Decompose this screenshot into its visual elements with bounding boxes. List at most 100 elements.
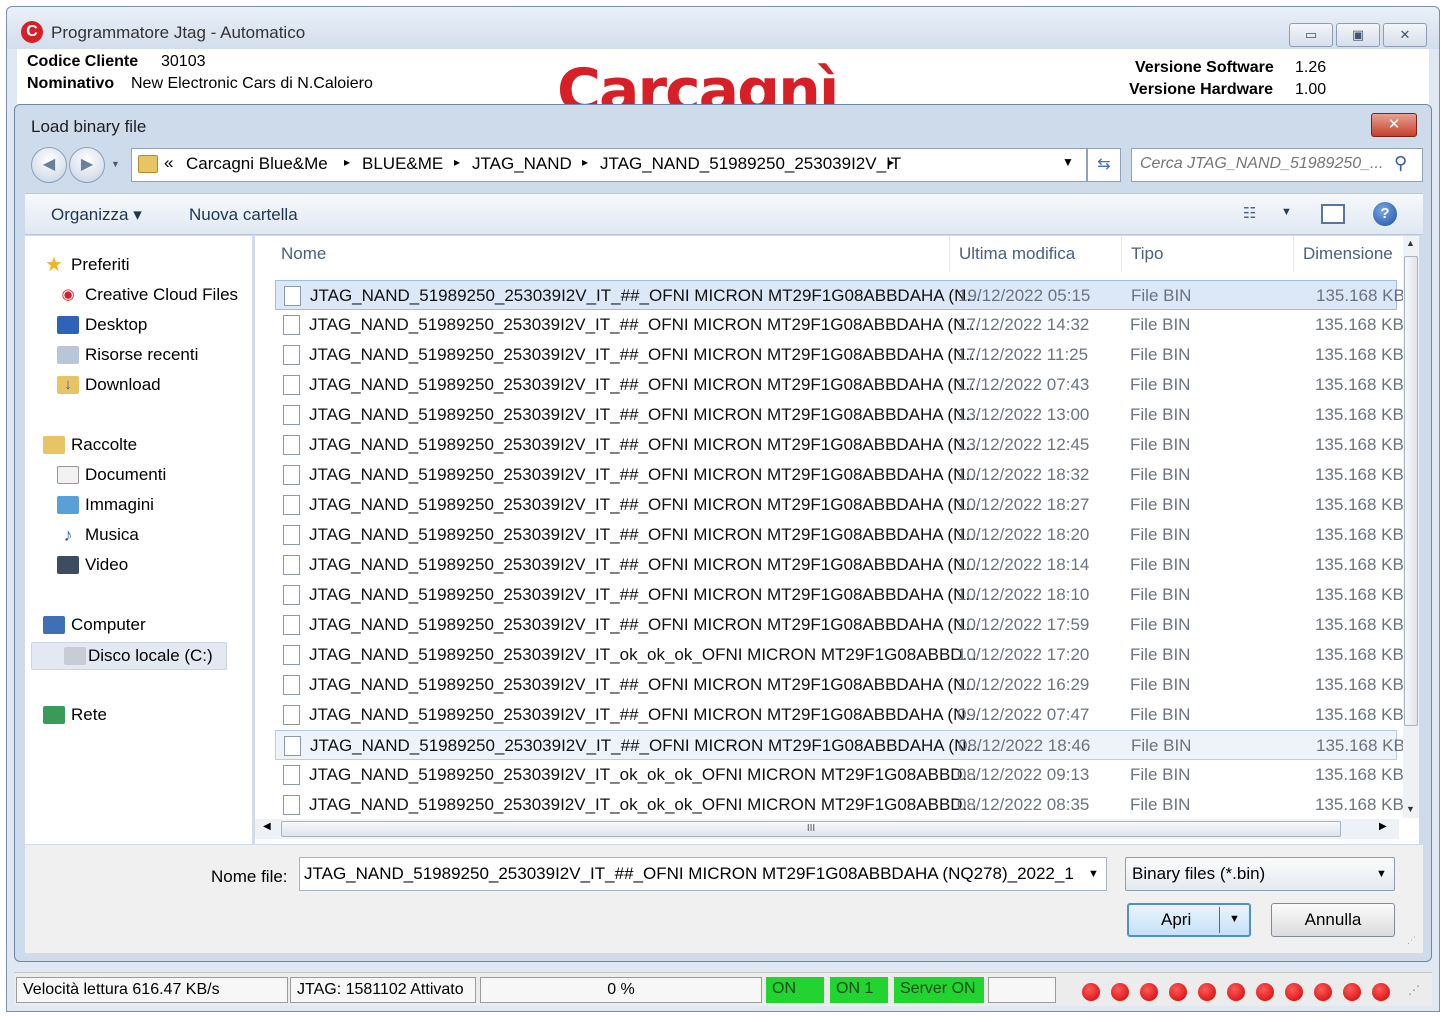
- file-icon: [283, 375, 300, 395]
- nav-item-creative-cloud[interactable]: ◉ Creative Cloud Files: [55, 282, 238, 310]
- file-list-header: Nome Ultima modifica Tipo Dimensione: [255, 236, 1405, 272]
- horizontal-scrollbar[interactable]: ◀ III ▶: [255, 819, 1399, 839]
- breadcrumb-item[interactable]: Carcagni Blue&Me: [186, 154, 328, 174]
- breadcrumb-item[interactable]: BLUE&ME: [362, 154, 443, 174]
- breadcrumb-separator[interactable]: ▸: [582, 155, 588, 169]
- filename-combobox[interactable]: ▼: [299, 857, 1107, 891]
- breadcrumb-separator[interactable]: ▸: [344, 155, 350, 169]
- file-row[interactable]: JTAG_NAND_51989250_253039I2V_IT_ok_ok_ok…: [275, 760, 1404, 790]
- file-row[interactable]: JTAG_NAND_51989250_253039I2V_IT_##_OFNI …: [275, 430, 1404, 460]
- vertical-scroll-thumb[interactable]: [1404, 256, 1418, 726]
- file-size: 135.168 KB: [1315, 645, 1404, 664]
- nav-item-libraries[interactable]: Raccolte: [41, 432, 137, 460]
- search-input[interactable]: [1140, 155, 1390, 173]
- file-row[interactable]: JTAG_NAND_51989250_253039I2V_IT_ok_ok_ok…: [275, 790, 1404, 820]
- nav-item-documents[interactable]: Documenti: [55, 462, 166, 490]
- column-header-size[interactable]: Dimensione: [1303, 244, 1393, 264]
- nav-label: Immagini: [85, 495, 154, 514]
- maximize-button[interactable]: ▣: [1336, 23, 1380, 47]
- nav-item-favorites[interactable]: ★ Preferiti: [41, 252, 130, 280]
- breadcrumb-item[interactable]: JTAG_NAND_51989250_253039I2V_IT: [600, 154, 901, 174]
- window-resize-grip-icon[interactable]: ⋰: [1408, 983, 1420, 997]
- file-type-select[interactable]: Binary files (*.bin) ▼: [1125, 857, 1395, 891]
- filename-dropdown-icon[interactable]: ▼: [1088, 868, 1099, 880]
- file-row[interactable]: JTAG_NAND_51989250_253039I2V_IT_##_OFNI …: [275, 490, 1404, 520]
- breadcrumb-separator[interactable]: ▸: [888, 155, 894, 169]
- close-button[interactable]: ✕: [1383, 23, 1427, 47]
- history-dropdown-icon[interactable]: ▼: [111, 159, 120, 169]
- file-row[interactable]: JTAG_NAND_51989250_253039I2V_IT_##_OFNI …: [275, 730, 1405, 760]
- new-folder-button[interactable]: Nuova cartella: [189, 205, 298, 225]
- open-button[interactable]: Apri ▼: [1127, 903, 1251, 937]
- file-row[interactable]: JTAG_NAND_51989250_253039I2V_IT_##_OFNI …: [275, 310, 1404, 340]
- file-list: Nome Ultima modifica Tipo Dimensione JTA…: [255, 236, 1419, 844]
- nav-item-download[interactable]: ↓ Download: [55, 372, 161, 400]
- open-dropdown-icon[interactable]: ▼: [1229, 913, 1240, 925]
- file-icon: [283, 645, 300, 665]
- column-divider[interactable]: [1121, 236, 1122, 272]
- organize-button[interactable]: Organizza ▾: [51, 205, 142, 225]
- preview-pane-icon[interactable]: [1321, 204, 1345, 224]
- scroll-down-icon[interactable]: ▼: [1406, 804, 1415, 814]
- file-size: 135.168 KB: [1315, 525, 1404, 544]
- nav-item-images[interactable]: Immagini: [55, 492, 154, 520]
- address-bar[interactable]: « Carcagni Blue&Me ▸ BLUE&ME ▸ JTAG_NAND…: [131, 148, 1087, 182]
- load-file-dialog: Load binary file ✕ ◀ ▶ ▼ « Carcagni Blue…: [14, 104, 1432, 962]
- file-row[interactable]: JTAG_NAND_51989250_253039I2V_IT_##_OFNI …: [275, 400, 1404, 430]
- vertical-scrollbar[interactable]: ▲ ▼: [1403, 236, 1419, 818]
- filename-input[interactable]: [304, 864, 1074, 884]
- file-type: File BIN: [1130, 465, 1191, 484]
- nav-item-recent[interactable]: Risorse recenti: [55, 342, 198, 370]
- help-icon[interactable]: ?: [1373, 202, 1397, 226]
- nav-item-music[interactable]: ♪ Musica: [55, 522, 139, 550]
- address-dropdown-icon[interactable]: ▼: [1062, 155, 1074, 169]
- file-row[interactable]: JTAG_NAND_51989250_253039I2V_IT_##_OFNI …: [275, 280, 1405, 310]
- server-on-indicator: Server ON: [894, 977, 984, 1003]
- file-type-dropdown-icon[interactable]: ▼: [1376, 868, 1387, 880]
- dialog-close-button[interactable]: ✕: [1371, 113, 1417, 137]
- file-row[interactable]: JTAG_NAND_51989250_253039I2V_IT_##_OFNI …: [275, 610, 1404, 640]
- refresh-button[interactable]: ⇆: [1087, 148, 1121, 182]
- file-size: 135.168 KB: [1315, 765, 1404, 784]
- forward-button[interactable]: ▶: [69, 147, 105, 183]
- minimize-button[interactable]: ▭: [1289, 23, 1333, 47]
- file-icon: [283, 405, 300, 425]
- resize-grip-icon[interactable]: ⋰: [1407, 935, 1416, 946]
- column-divider[interactable]: [949, 236, 950, 272]
- file-row[interactable]: JTAG_NAND_51989250_253039I2V_IT_##_OFNI …: [275, 370, 1404, 400]
- nav-item-video[interactable]: Video: [55, 552, 128, 580]
- search-icon[interactable]: ⚲: [1394, 153, 1416, 175]
- views-dropdown-icon[interactable]: ▼: [1281, 206, 1292, 218]
- file-row[interactable]: JTAG_NAND_51989250_253039I2V_IT_##_OFNI …: [275, 460, 1404, 490]
- horizontal-scroll-thumb[interactable]: III: [281, 821, 1341, 837]
- scroll-up-icon[interactable]: ▲: [1406, 238, 1415, 248]
- nav-item-local-disk[interactable]: Disco locale (C:): [31, 642, 227, 670]
- file-row[interactable]: JTAG_NAND_51989250_253039I2V_IT_##_OFNI …: [275, 550, 1404, 580]
- cancel-button[interactable]: Annulla: [1271, 903, 1395, 937]
- scroll-left-icon[interactable]: ◀: [263, 821, 271, 832]
- back-button[interactable]: ◀: [31, 147, 67, 183]
- file-row[interactable]: JTAG_NAND_51989250_253039I2V_IT_##_OFNI …: [275, 700, 1404, 730]
- file-row[interactable]: JTAG_NAND_51989250_253039I2V_IT_##_OFNI …: [275, 520, 1404, 550]
- breadcrumb-separator[interactable]: ▸: [454, 155, 460, 169]
- column-divider[interactable]: [1293, 236, 1294, 272]
- dialog-footer: Nome file: ▼ Binary files (*.bin) ▼ Apri…: [25, 845, 1423, 953]
- search-box[interactable]: ⚲: [1131, 148, 1423, 182]
- nav-item-desktop[interactable]: Desktop: [55, 312, 147, 340]
- views-icon[interactable]: ☷: [1243, 204, 1267, 224]
- file-row[interactable]: JTAG_NAND_51989250_253039I2V_IT_ok_ok_ok…: [275, 640, 1404, 670]
- breadcrumb-item[interactable]: JTAG_NAND: [472, 154, 572, 174]
- column-header-name[interactable]: Nome: [281, 244, 326, 264]
- column-header-modified[interactable]: Ultima modifica: [959, 244, 1075, 264]
- file-row[interactable]: JTAG_NAND_51989250_253039I2V_IT_##_OFNI …: [275, 340, 1404, 370]
- file-row[interactable]: JTAG_NAND_51989250_253039I2V_IT_##_OFNI …: [275, 580, 1404, 610]
- file-row[interactable]: JTAG_NAND_51989250_253039I2V_IT_##_OFNI …: [275, 670, 1404, 700]
- nav-item-computer[interactable]: Computer: [41, 612, 146, 640]
- file-size: 135.168 KB: [1315, 375, 1404, 394]
- column-header-type[interactable]: Tipo: [1131, 244, 1163, 264]
- scroll-right-icon[interactable]: ▶: [1379, 821, 1387, 832]
- breadcrumb-overflow[interactable]: «: [164, 153, 173, 173]
- file-date: 17/12/2022 14:32: [957, 315, 1090, 334]
- file-size: 135.168 KB: [1315, 405, 1404, 424]
- nav-item-network[interactable]: Rete: [41, 702, 107, 730]
